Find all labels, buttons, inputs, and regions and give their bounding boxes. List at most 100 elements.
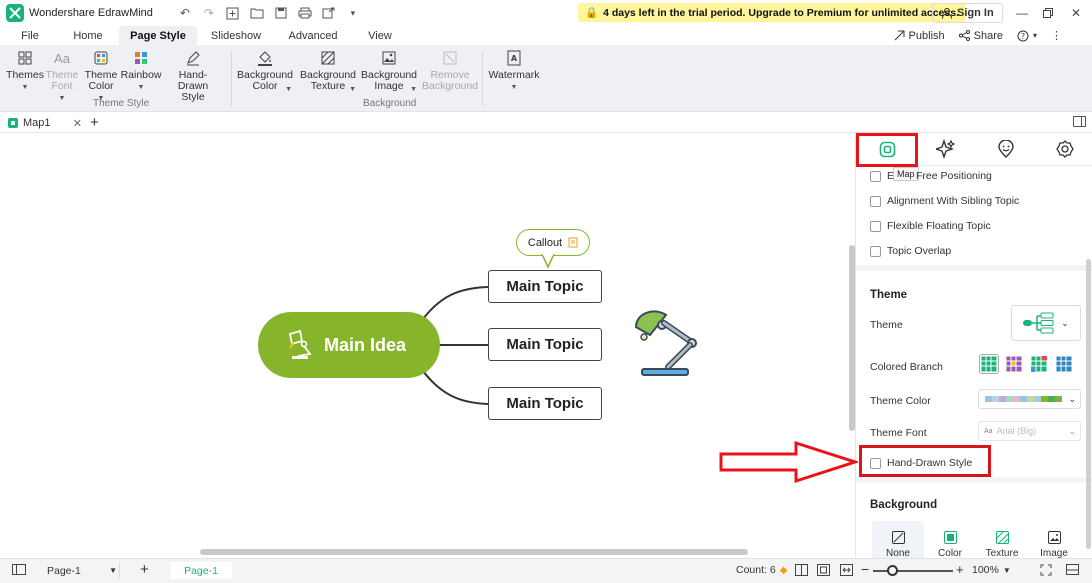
- badge-icon: [1056, 140, 1074, 158]
- free-positioning-checkbox[interactable]: [870, 170, 881, 182]
- colored-branch-option-1[interactable]: [979, 354, 999, 374]
- theme-font-selector[interactable]: Aa Arial (Big) ⌄: [978, 421, 1081, 441]
- menu-right-actions: Publish Share ? ▾ ⋮: [894, 26, 1062, 45]
- new-file-icon[interactable]: [223, 3, 243, 23]
- tab-slideshow[interactable]: Slideshow: [205, 26, 267, 45]
- chevron-down-icon: ⌄: [1068, 425, 1076, 436]
- page-select[interactable]: Page-1 ▼: [40, 562, 120, 579]
- themes-button[interactable]: Themes ▼: [6, 49, 44, 93]
- watermark-button[interactable]: A Watermark ▼: [489, 49, 539, 93]
- remove-background-button[interactable]: Remove Background: [422, 49, 478, 92]
- alignment-checkbox[interactable]: [870, 195, 881, 207]
- watermark-icon: A: [505, 49, 523, 67]
- customize-dropdown-icon[interactable]: ▾: [343, 3, 363, 23]
- sign-in-button[interactable]: Sign In: [932, 3, 1003, 23]
- background-image-button[interactable]: Background Image ▼: [361, 49, 417, 95]
- theme-font-button[interactable]: Aa Theme Font ▼: [46, 49, 79, 104]
- free-positioning-option[interactable]: E Free Positioning: [870, 168, 992, 184]
- publish-icon: [894, 30, 905, 41]
- image-icon: [380, 49, 398, 67]
- flexible-floating-checkbox[interactable]: [870, 220, 881, 232]
- more-icon[interactable]: ⋮: [1051, 29, 1062, 42]
- main-topic-node-1[interactable]: Main Topic: [488, 270, 602, 303]
- tab-page-style[interactable]: Page Style: [119, 26, 197, 45]
- page-tab-1[interactable]: Page-1: [170, 562, 232, 579]
- add-tab-icon[interactable]: +: [90, 114, 99, 131]
- panel-tab-badge[interactable]: [1052, 137, 1078, 161]
- sign-in-label: Sign In: [957, 7, 994, 19]
- zoom-slider-handle[interactable]: [887, 565, 898, 576]
- background-color-button[interactable]: Background Color ▼: [237, 49, 293, 95]
- fit-page-icon[interactable]: [817, 564, 830, 576]
- close-tab-icon[interactable]: ✕: [73, 117, 82, 130]
- hand-drawn-button[interactable]: Hand-Drawn Style: [164, 49, 222, 103]
- print-icon[interactable]: [295, 3, 315, 23]
- main-idea-node[interactable]: Main Idea: [258, 312, 440, 378]
- chevron-down-icon: ▼: [109, 566, 117, 575]
- font-icon: Aa: [54, 50, 70, 66]
- fit-width-icon[interactable]: [840, 564, 853, 576]
- tab-advanced[interactable]: Advanced: [282, 26, 344, 45]
- zoom-in-icon[interactable]: +: [956, 562, 964, 577]
- export-icon[interactable]: [319, 3, 339, 23]
- rainbow-button[interactable]: Rainbow ▼: [121, 49, 161, 93]
- zoom-level[interactable]: 100% ▼: [972, 564, 1011, 576]
- chevron-down-icon: ⌄: [1061, 317, 1069, 328]
- colored-branch-options: [979, 354, 1074, 374]
- main-topic-node-2[interactable]: Main Topic: [488, 328, 602, 361]
- font-icon: Aa: [984, 427, 993, 435]
- main-topic-node-3[interactable]: Main Topic: [488, 387, 602, 420]
- open-folder-icon[interactable]: [247, 3, 267, 23]
- tab-home[interactable]: Home: [66, 26, 110, 45]
- alignment-option[interactable]: Alignment With Sibling Topic: [870, 193, 1019, 209]
- callout-pointer: [541, 254, 555, 269]
- background-texture-button[interactable]: Background Texture ▼: [300, 49, 356, 95]
- panel-tab-icons[interactable]: [993, 137, 1019, 161]
- page-panel-toggle[interactable]: [12, 564, 26, 575]
- redo-icon[interactable]: ↷: [199, 3, 219, 23]
- colored-branch-option-2[interactable]: [1004, 354, 1024, 374]
- panel-toggle-icon[interactable]: [1073, 116, 1086, 127]
- zoom-out-icon[interactable]: −: [861, 561, 869, 577]
- book-view-icon[interactable]: [795, 564, 808, 576]
- undo-icon[interactable]: ↶: [175, 3, 195, 23]
- color-fill-icon: [943, 531, 957, 544]
- publish-button[interactable]: Publish: [894, 30, 945, 42]
- maximize-button[interactable]: [1036, 3, 1060, 23]
- themes-icon: [16, 49, 34, 67]
- background-option-color[interactable]: Color: [924, 521, 976, 558]
- colored-branch-option-3[interactable]: [1029, 354, 1049, 374]
- zoom-slider[interactable]: [873, 570, 953, 572]
- callout-node[interactable]: Callout: [516, 229, 590, 256]
- colored-branch-option-4[interactable]: [1054, 354, 1074, 374]
- theme-selector[interactable]: ⌄: [1011, 305, 1081, 341]
- trial-banner[interactable]: 🔒 4 days left in the trial period. Upgra…: [578, 3, 966, 22]
- flexible-floating-option[interactable]: Flexible Floating Topic: [870, 218, 991, 234]
- add-page-icon[interactable]: +: [140, 561, 149, 578]
- theme-color-button[interactable]: Theme Color ▼: [84, 49, 118, 104]
- help-button[interactable]: ? ▾: [1017, 30, 1037, 42]
- minimize-button[interactable]: —: [1010, 3, 1034, 23]
- panel-tab-ai[interactable]: [933, 137, 959, 161]
- lamp-icon: [288, 329, 312, 359]
- panel-scrollbar[interactable]: [1086, 259, 1091, 549]
- share-button[interactable]: Share: [958, 30, 1003, 42]
- document-tab-map1[interactable]: Map1 ✕: [4, 114, 86, 132]
- topic-overlap-option[interactable]: Topic Overlap: [870, 243, 951, 259]
- background-option-texture[interactable]: Texture: [976, 521, 1028, 558]
- canvas-horizontal-scrollbar[interactable]: [200, 549, 748, 555]
- close-button[interactable]: ✕: [1064, 3, 1088, 23]
- tab-file[interactable]: File: [14, 26, 46, 45]
- background-image-label-2: Image: [374, 80, 404, 92]
- chevron-down-icon: ▼: [137, 84, 145, 91]
- topic-overlap-checkbox[interactable]: [870, 245, 881, 257]
- background-option-none[interactable]: None: [872, 521, 924, 558]
- theme-color-selector[interactable]: ⌄: [978, 389, 1081, 409]
- background-option-image[interactable]: Image: [1028, 521, 1080, 558]
- sparkle-icon: [936, 139, 956, 159]
- save-icon[interactable]: [271, 3, 291, 23]
- tab-view[interactable]: View: [362, 26, 398, 45]
- fullscreen-icon[interactable]: [1040, 564, 1052, 576]
- panel-layout-icon[interactable]: [1066, 564, 1079, 575]
- properties-panel: Map E Free Positioning Alignment With Si…: [855, 133, 1092, 558]
